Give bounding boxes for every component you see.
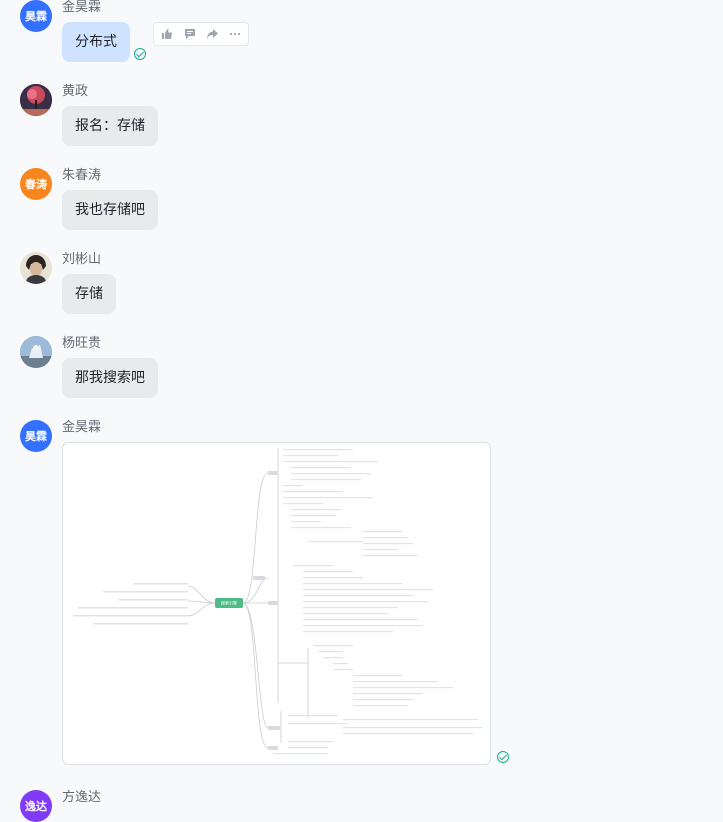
avatar[interactable]	[20, 252, 52, 284]
avatar-text: 逸达	[25, 800, 47, 813]
mindmap-text-lines	[273, 449, 483, 755]
sender-name: 金昊霖	[62, 0, 102, 15]
avatar-text: 春涛	[25, 178, 47, 191]
message-bubble[interactable]: 存储	[62, 274, 116, 314]
mindmap-left-branches	[73, 583, 216, 625]
avatar[interactable]: 昊霖	[20, 0, 52, 32]
mindmap-right-branches	[242, 448, 309, 749]
avatar-image	[20, 252, 52, 284]
sender-name: 方逸达	[62, 790, 102, 805]
avatar-image	[20, 84, 52, 116]
avatar[interactable]	[20, 84, 52, 116]
avatar[interactable]: 逸达	[20, 790, 52, 822]
message-bubble[interactable]: 分布式	[62, 22, 130, 62]
thumbs-up-icon[interactable]	[158, 25, 176, 43]
avatar-image	[20, 336, 52, 368]
forward-icon[interactable]	[203, 25, 221, 43]
comment-icon[interactable]	[181, 25, 199, 43]
avatar[interactable]: 春涛	[20, 168, 52, 200]
message-bubble[interactable]: 报名：存储	[62, 106, 158, 146]
sender-name: 杨旺贵	[62, 336, 102, 351]
avatar[interactable]: 昊霖	[20, 420, 52, 452]
avatar-text: 昊霖	[25, 10, 47, 23]
sender-name: 刘彬山	[62, 252, 102, 267]
avatar[interactable]	[20, 336, 52, 368]
mindmap-svg: 搜索引擎	[73, 448, 483, 755]
message-toolbar	[153, 22, 249, 46]
sender-name: 金昊霖	[62, 420, 102, 435]
avatar-text: 昊霖	[25, 430, 47, 443]
message-bubble[interactable]: 我也存储吧	[62, 190, 158, 230]
sender-name: 黄政	[62, 84, 89, 99]
read-check-icon	[497, 751, 509, 763]
more-icon[interactable]	[226, 25, 244, 43]
message-bubble[interactable]: 那我搜索吧	[62, 358, 158, 398]
read-check-icon	[134, 48, 146, 60]
mindmap-image[interactable]: 搜索引擎	[62, 442, 491, 765]
sender-name: 朱春涛	[62, 168, 102, 183]
mindmap-branch-nodes	[253, 471, 280, 750]
mindmap-center-label: 搜索引擎	[221, 600, 237, 606]
